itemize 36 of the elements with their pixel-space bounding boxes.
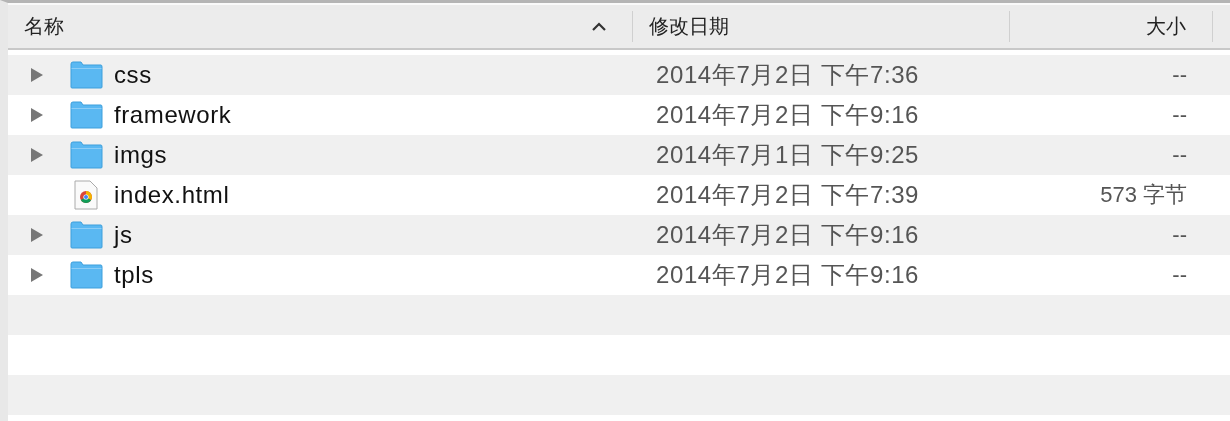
modified-date: 2014年7月2日 下午7:39 (655, 181, 920, 208)
disclosure-triangle-icon[interactable] (29, 267, 45, 283)
disclosure-triangle-icon[interactable] (29, 67, 45, 83)
disclosure-triangle-icon[interactable] (29, 147, 45, 163)
file-size: 573 字节 (1100, 181, 1187, 209)
column-header[interactable]: 修改日期 (633, 11, 1010, 42)
web-file-icon (74, 180, 98, 210)
folder-icon (69, 221, 103, 249)
file-row[interactable]: imgs 2014年7月1日 下午9:25 -- (8, 135, 1230, 175)
modified-date: 2014年7月2日 下午9:16 (655, 261, 920, 288)
file-name: framework (114, 101, 232, 129)
sort-caret-icon[interactable] (592, 22, 606, 31)
disclosure-triangle-icon[interactable] (29, 107, 45, 123)
folder-icon (69, 101, 103, 129)
file-size: -- (1172, 142, 1187, 168)
file-name: index.html (114, 181, 230, 209)
modified-date: 2014年7月1日 下午9:25 (655, 141, 920, 168)
file-name: js (114, 221, 133, 249)
modified-date: 2014年7月2日 下午9:16 (655, 101, 920, 128)
modified-date: 2014年7月2日 下午7:36 (655, 61, 920, 88)
column-header[interactable]: 大小 (1010, 11, 1213, 42)
folder-icon (69, 141, 103, 169)
file-row[interactable]: css 2014年7月2日 下午7:36 -- (8, 55, 1230, 95)
folder-icon (69, 261, 103, 289)
modified-date: 2014年7月2日 下午9:16 (655, 221, 920, 248)
file-size: -- (1172, 222, 1187, 248)
file-name: tpls (114, 261, 154, 289)
file-size: -- (1172, 102, 1187, 128)
file-size: -- (1172, 262, 1187, 288)
disclosure-triangle-icon[interactable] (29, 227, 45, 243)
file-name: imgs (114, 141, 168, 169)
file-name: css (114, 61, 152, 89)
column-header[interactable]: 名称 (8, 11, 633, 42)
file-row[interactable]: js 2014年7月2日 下午9:16 -- (8, 215, 1230, 255)
file-size: -- (1172, 62, 1187, 88)
folder-icon (69, 61, 103, 89)
